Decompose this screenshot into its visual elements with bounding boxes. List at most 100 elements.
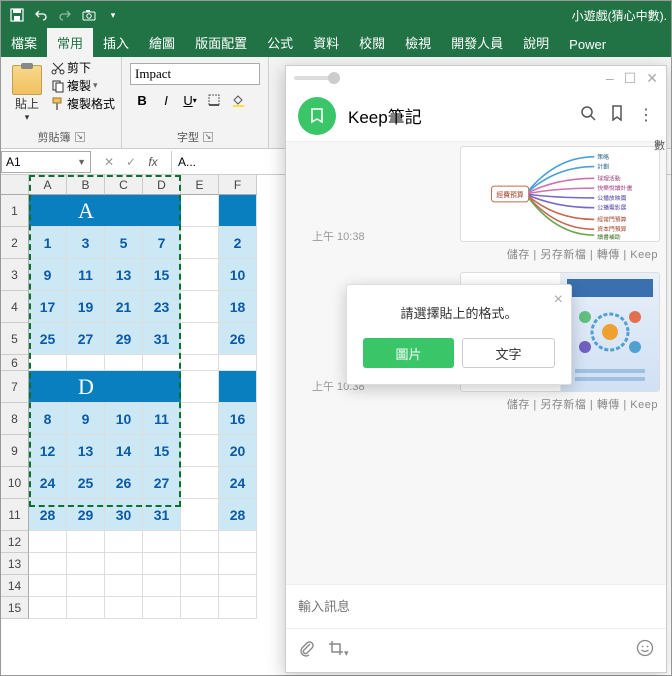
cell[interactable] <box>143 371 181 403</box>
col-header[interactable]: A <box>29 175 67 195</box>
cell[interactable] <box>67 355 105 371</box>
cell[interactable]: 8 <box>29 403 67 435</box>
cell[interactable]: D <box>67 371 105 403</box>
cell[interactable] <box>105 553 143 575</box>
cell[interactable]: 5 <box>105 227 143 259</box>
redo-icon[interactable] <box>55 5 75 25</box>
action-save[interactable]: 儲存 <box>507 399 530 411</box>
tab-layout[interactable]: 版面配置 <box>185 28 257 57</box>
cell[interactable] <box>181 499 219 531</box>
cell[interactable] <box>219 597 257 619</box>
cell[interactable] <box>219 371 257 403</box>
row-header[interactable]: 8 <box>1 403 29 435</box>
row-header[interactable]: 4 <box>1 291 29 323</box>
cell[interactable]: 19 <box>67 291 105 323</box>
action-forward[interactable]: 轉傳 <box>597 249 620 261</box>
cell[interactable] <box>143 195 181 227</box>
tab-review[interactable]: 校閱 <box>349 28 395 57</box>
cell[interactable] <box>29 531 67 553</box>
cell[interactable]: 15 <box>143 259 181 291</box>
cell[interactable] <box>181 575 219 597</box>
cell[interactable] <box>67 531 105 553</box>
cell[interactable] <box>181 227 219 259</box>
row-header[interactable]: 10 <box>1 467 29 499</box>
cell[interactable] <box>105 355 143 371</box>
cell[interactable] <box>181 291 219 323</box>
col-header[interactable]: D <box>143 175 181 195</box>
tab-draw[interactable]: 繪圖 <box>139 28 185 57</box>
cell[interactable]: 26 <box>105 467 143 499</box>
attach-icon[interactable] <box>298 639 314 662</box>
tab-power[interactable]: Power <box>559 32 616 57</box>
cell[interactable] <box>181 259 219 291</box>
cell[interactable] <box>219 195 257 227</box>
cell[interactable]: 24 <box>219 467 257 499</box>
dropdown-icon[interactable]: ▼ <box>77 157 86 167</box>
row-header[interactable]: 1 <box>1 195 29 227</box>
tab-home[interactable]: 常用 <box>47 28 93 57</box>
row-header[interactable]: 7 <box>1 371 29 403</box>
dialog-close-icon[interactable]: × <box>554 291 563 309</box>
cell[interactable] <box>67 597 105 619</box>
emoji-icon[interactable] <box>636 639 654 662</box>
cell[interactable]: A <box>67 195 105 227</box>
cell[interactable]: 21 <box>105 291 143 323</box>
cell[interactable] <box>219 575 257 597</box>
cell[interactable]: 28 <box>219 499 257 531</box>
cell[interactable]: 15 <box>143 435 181 467</box>
cell[interactable] <box>29 355 67 371</box>
cell[interactable] <box>105 575 143 597</box>
cell[interactable] <box>105 195 143 227</box>
cell[interactable] <box>219 355 257 371</box>
cell[interactable] <box>181 435 219 467</box>
tab-developer[interactable]: 開發人員 <box>441 28 513 57</box>
qat-customize-dropdown[interactable]: ▾ <box>103 5 123 25</box>
message-thumbnail[interactable]: 經費預算 策略 計劃 球理活動 快樂悅讀計畫 公播放映篇 公播電影展 經常門預算… <box>460 146 660 242</box>
cancel-formula-icon[interactable]: ✕ <box>99 152 119 172</box>
action-save[interactable]: 儲存 <box>507 249 530 261</box>
cell[interactable]: 2 <box>219 227 257 259</box>
row-header[interactable]: 13 <box>1 553 29 575</box>
opacity-slider[interactable] <box>294 76 334 80</box>
cell[interactable]: 7 <box>143 227 181 259</box>
message-input[interactable] <box>298 599 654 614</box>
row-header[interactable]: 2 <box>1 227 29 259</box>
search-icon[interactable] <box>580 105 596 126</box>
col-header[interactable]: E <box>181 175 219 195</box>
cell[interactable]: 27 <box>143 467 181 499</box>
fill-color-button[interactable] <box>226 89 250 111</box>
accept-formula-icon[interactable]: ✓ <box>121 152 141 172</box>
paste-button[interactable]: 貼上 ▾ <box>7 59 47 128</box>
cell[interactable] <box>105 597 143 619</box>
tab-help[interactable]: 說明 <box>513 28 559 57</box>
col-header[interactable]: F <box>219 175 257 195</box>
cell[interactable]: 12 <box>29 435 67 467</box>
camera-icon[interactable] <box>79 5 99 25</box>
action-keep[interactable]: Keep <box>630 249 658 261</box>
row-header[interactable]: 12 <box>1 531 29 553</box>
cell[interactable] <box>181 403 219 435</box>
dialog-launcher-icon[interactable]: ↘ <box>203 132 213 142</box>
cell[interactable]: 11 <box>143 403 181 435</box>
tab-insert[interactable]: 插入 <box>93 28 139 57</box>
col-header[interactable]: C <box>105 175 143 195</box>
cell[interactable]: 16 <box>219 403 257 435</box>
row-header[interactable]: 14 <box>1 575 29 597</box>
underline-button[interactable]: U▾ <box>178 89 202 111</box>
maximize-icon[interactable]: ☐ <box>624 70 637 87</box>
action-save-as[interactable]: 另存新檔 <box>540 249 586 261</box>
cell[interactable] <box>29 195 67 227</box>
cell[interactable]: 13 <box>105 259 143 291</box>
cell[interactable] <box>67 553 105 575</box>
cell[interactable]: 25 <box>67 467 105 499</box>
cell[interactable]: 30 <box>105 499 143 531</box>
bold-button[interactable]: B <box>130 89 154 111</box>
cell[interactable]: 25 <box>29 323 67 355</box>
minimize-icon[interactable]: – <box>606 70 614 87</box>
row-header[interactable]: 9 <box>1 435 29 467</box>
cell[interactable]: 18 <box>219 291 257 323</box>
crop-icon[interactable]: ▾ <box>328 640 349 661</box>
cell[interactable]: 20 <box>219 435 257 467</box>
cell[interactable]: 31 <box>143 499 181 531</box>
tab-data[interactable]: 資料 <box>303 28 349 57</box>
